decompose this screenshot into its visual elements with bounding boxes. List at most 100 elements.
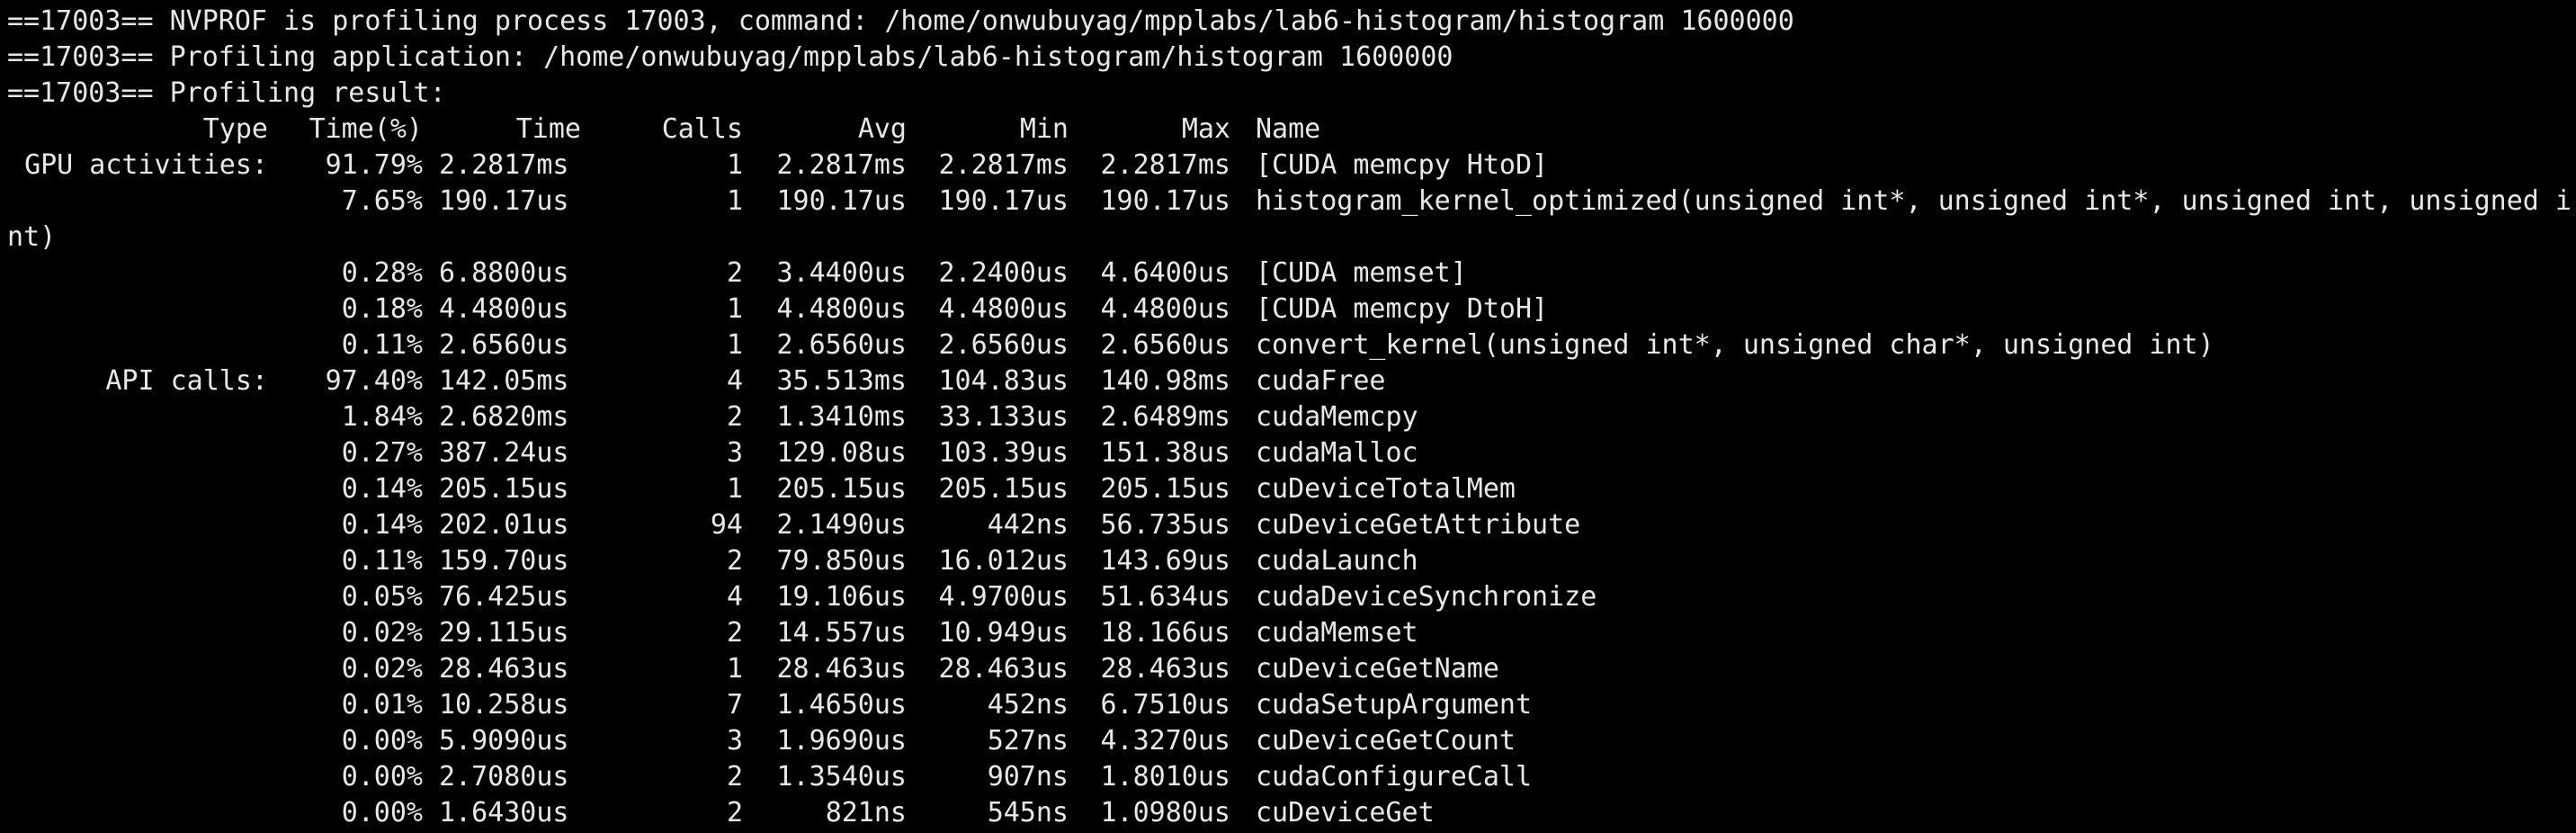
row-name: cudaMemcpy	[1256, 401, 1418, 433]
row-time: 2.7080us	[439, 761, 569, 793]
row-time-pct: 0.01%	[341, 689, 423, 721]
row-type-label	[7, 543, 268, 579]
table-row: 0.14% 205.15us 1 205.15us 205.15us 205.15us cu…	[7, 471, 2576, 507]
row-calls: 1	[726, 473, 743, 505]
row-calls: 1	[726, 149, 743, 181]
row-type-label	[7, 399, 268, 435]
row-max: 4.4800us	[1100, 293, 1231, 325]
row-time-pct: 0.00%	[341, 725, 423, 757]
row-min: 205.15us	[938, 473, 1069, 505]
table-row: GPU activities: 91.79% 2.2817ms 1 2.2817ms 2.…	[7, 148, 2576, 184]
table-header-row: Type Time(%) Time Calls Avg Min Max Name	[7, 112, 2576, 148]
column-header-avg: Avg	[857, 113, 907, 145]
row-time-pct: 0.18%	[341, 293, 423, 325]
column-header-type: Type	[202, 113, 268, 145]
table-row: 0.14% 202.01us 94 2.1490us 442ns 56.735us cuDe…	[7, 507, 2576, 543]
row-name: cuDeviceTotalMem	[1256, 473, 1516, 505]
row-type-label	[7, 255, 268, 291]
row-type-label	[7, 184, 268, 219]
row-name: cudaDeviceSynchronize	[1256, 581, 1597, 613]
row-avg: 79.850us	[776, 545, 908, 577]
nvprof-process-line: ==17003== NVPROF is profiling process 17…	[7, 5, 1794, 37]
table-row: 0.00% 2.7080us 2 1.3540us 907ns 1.8010us cudaC…	[7, 759, 2576, 795]
row-avg: 2.2817ms	[776, 149, 908, 181]
row-avg: 28.463us	[776, 653, 908, 685]
row-time-pct: 0.27%	[341, 437, 423, 469]
row-name: cudaMalloc	[1256, 437, 1418, 469]
row-calls: 3	[726, 725, 743, 757]
row-name: convert_kernel(unsigned int*, unsigned c…	[1256, 329, 2214, 361]
row-min: 2.6560us	[938, 329, 1069, 361]
row-min: 545ns	[987, 797, 1069, 829]
terminal-window[interactable]: ==17003== NVPROF is profiling process 17…	[0, 0, 2576, 833]
row-calls: 2	[726, 545, 743, 577]
row-time-pct: 97.40%	[325, 365, 423, 397]
table-row: 0.05% 76.425us 4 19.106us 4.9700us 51.634us cu…	[7, 579, 2576, 615]
row-type-label: GPU activities:	[24, 149, 268, 181]
row-min: 452ns	[987, 689, 1069, 721]
row-time: 159.70us	[439, 545, 569, 577]
table-row: 0.01% 10.258us 7 1.4650us 452ns 6.7510us cudaS…	[7, 687, 2576, 723]
row-time-pct: 91.79%	[325, 149, 423, 181]
row-min: 4.4800us	[938, 293, 1069, 325]
row-time-pct: 7.65%	[341, 185, 423, 217]
row-avg: 2.1490us	[776, 509, 908, 541]
row-min: 527ns	[987, 725, 1069, 757]
row-max: 1.0980us	[1100, 797, 1231, 829]
row-time-pct: 1.84%	[341, 401, 423, 433]
row-name: cudaMemset	[1256, 617, 1418, 649]
table-row: 0.28% 6.8800us 2 3.4400us 2.2400us 4.6400us [C…	[7, 255, 2576, 291]
row-name: cudaFree	[1256, 365, 1386, 397]
row-time: 205.15us	[439, 473, 569, 505]
row-name: [CUDA memset]	[1256, 257, 1467, 289]
row-calls: 1	[726, 653, 743, 685]
table-row: 0.00% 1.6430us 2 821ns 545ns 1.0980us cuDevice…	[7, 795, 2576, 831]
row-type-label	[7, 507, 268, 543]
table-row: 0.11% 2.6560us 1 2.6560us 2.6560us 2.6560us co…	[7, 327, 2576, 363]
row-time-pct: 0.02%	[341, 617, 423, 649]
table-row: 7.65% 190.17us 1 190.17us 190.17us 190.17us hi…	[7, 184, 2576, 219]
row-type-label	[7, 759, 268, 795]
row-calls: 94	[710, 509, 743, 541]
gpu-activities-section: GPU activities: 91.79% 2.2817ms 1 2.2817ms 2.…	[7, 148, 2576, 363]
row-time-pct: 0.14%	[341, 473, 423, 505]
row-type-label	[7, 291, 268, 327]
row-time-pct: 0.00%	[341, 761, 423, 793]
row-max: 4.6400us	[1100, 257, 1231, 289]
row-min: 442ns	[987, 509, 1069, 541]
row-time-pct: 0.28%	[341, 257, 423, 289]
row-type-label: API calls:	[105, 365, 268, 397]
row-min: 33.133us	[938, 401, 1069, 433]
row-calls: 2	[726, 401, 743, 433]
row-name: cudaConfigureCall	[1256, 761, 1533, 793]
row-avg: 35.513ms	[776, 365, 908, 397]
row-avg: 129.08us	[776, 437, 908, 469]
row-type-label	[7, 651, 268, 687]
column-header-calls: Calls	[661, 113, 743, 145]
row-max: 56.735us	[1100, 509, 1231, 541]
row-type-label	[7, 615, 268, 651]
row-avg: 205.15us	[776, 473, 908, 505]
row-calls: 1	[726, 185, 743, 217]
row-time: 28.463us	[439, 653, 569, 685]
row-max: 51.634us	[1100, 581, 1231, 613]
profiling-application-line: ==17003== Profiling application: /home/o…	[7, 41, 1453, 73]
row-max: 18.166us	[1100, 617, 1231, 649]
row-min: 16.012us	[938, 545, 1069, 577]
column-header-name: Name	[1256, 113, 1321, 145]
row-time: 142.05ms	[439, 365, 569, 397]
row-avg: 19.106us	[776, 581, 908, 613]
column-header-time-pct: Time(%)	[309, 113, 423, 145]
row-time-pct: 0.05%	[341, 581, 423, 613]
row-time: 76.425us	[439, 581, 569, 613]
row-max: 1.8010us	[1100, 761, 1231, 793]
row-avg: 2.6560us	[776, 329, 908, 361]
row-min: 104.83us	[938, 365, 1069, 397]
row-time-pct: 0.14%	[341, 509, 423, 541]
row-time: 202.01us	[439, 509, 569, 541]
row-min: 907ns	[987, 761, 1069, 793]
row-max: 190.17us	[1100, 185, 1231, 217]
row-max: 2.2817ms	[1100, 149, 1231, 181]
row-avg: 3.4400us	[776, 257, 908, 289]
row-name: histogram_kernel_optimized(unsigned int*…	[1256, 185, 2572, 217]
